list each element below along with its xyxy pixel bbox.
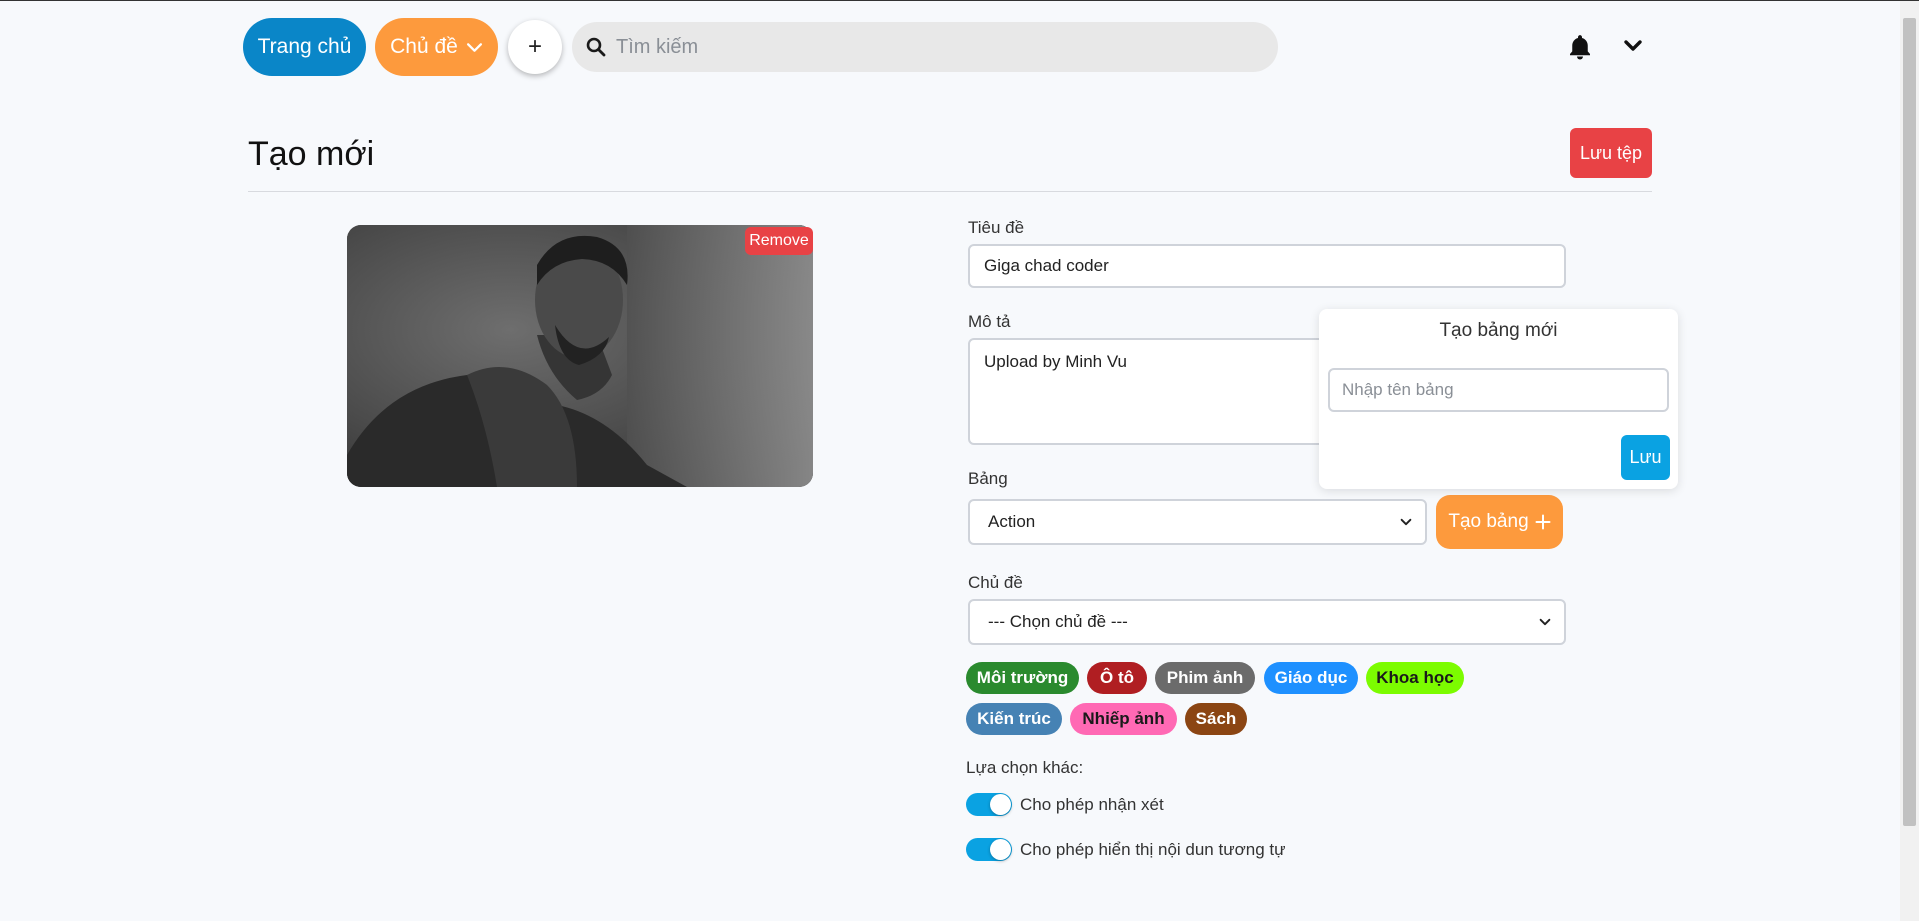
plus-icon: + [527,33,542,60]
topic-select-value: --- Chọn chủ đề --- [988,612,1128,631]
tag-o-to[interactable]: Ô tô [1087,662,1147,694]
description-field-label: Mô tả [968,312,1011,331]
create-plus-button[interactable]: + [508,20,562,74]
create-board-button[interactable]: Tạo bảng [1436,495,1563,549]
search-bar[interactable] [572,22,1278,72]
toggle-knob [990,839,1011,860]
plus-icon [1535,514,1551,530]
board-select-value: Action [988,512,1036,531]
allow-similar-content-label: Cho phép hiển thị nội dun tương tự [1020,840,1286,859]
top-navbar: Trang chủ Chủ đề + [0,1,1900,93]
allow-comments-toggle[interactable] [966,793,1012,816]
tag-nhiep-anh[interactable]: Nhiếp ảnh [1070,703,1177,735]
tag-phim-anh[interactable]: Phim ảnh [1155,662,1255,694]
remove-image-button[interactable]: Remove [745,227,813,255]
allow-comments-label: Cho phép nhận xét [1020,795,1164,814]
chevron-down-icon [466,42,482,52]
portrait-photo-image [347,225,813,487]
board-field-label: Bảng [968,469,1008,488]
topic-field-label: Chủ đề [968,573,1023,592]
other-options-label: Lựa chọn khác: [966,758,1084,777]
chevron-down-icon [1400,518,1412,526]
popup-save-button[interactable]: Lưu [1621,435,1670,480]
chevron-down-icon [1539,618,1551,626]
title-input[interactable] [968,244,1566,288]
tag-khoa-hoc[interactable]: Khoa học [1366,662,1464,694]
tag-sach[interactable]: Sách [1185,703,1247,735]
tag-kien-truc[interactable]: Kiến trúc [966,703,1062,735]
tag-giao-duc[interactable]: Giáo dục [1264,662,1358,694]
popup-title: Tạo bảng mới [1439,320,1558,341]
board-name-input[interactable] [1328,368,1669,412]
board-select[interactable]: Action [968,499,1427,545]
scrollbar-thumb[interactable] [1903,18,1916,826]
create-board-popup: Tạo bảng mới Lưu [1319,309,1678,489]
toggle-knob [990,794,1011,815]
uploaded-image [347,225,813,487]
topic-select[interactable]: --- Chọn chủ đề --- [968,599,1566,645]
save-file-button[interactable]: Lưu tệp [1570,128,1652,178]
bell-icon[interactable] [1565,32,1595,62]
user-menu-chevron-icon[interactable] [1621,34,1645,58]
topic-button-label: Chủ đề [390,35,458,58]
title-field-label: Tiêu đề [968,218,1025,237]
home-button[interactable]: Trang chủ [243,18,366,76]
search-icon [586,37,606,57]
create-board-label: Tạo bảng [1448,511,1529,532]
title-divider [248,191,1652,192]
topic-dropdown-button[interactable]: Chủ đề [375,18,498,76]
page-title: Tạo mới [248,135,375,173]
search-input[interactable] [616,35,1256,59]
tag-moi-truong[interactable]: Môi trường [966,662,1079,694]
allow-similar-content-toggle[interactable] [966,838,1012,861]
